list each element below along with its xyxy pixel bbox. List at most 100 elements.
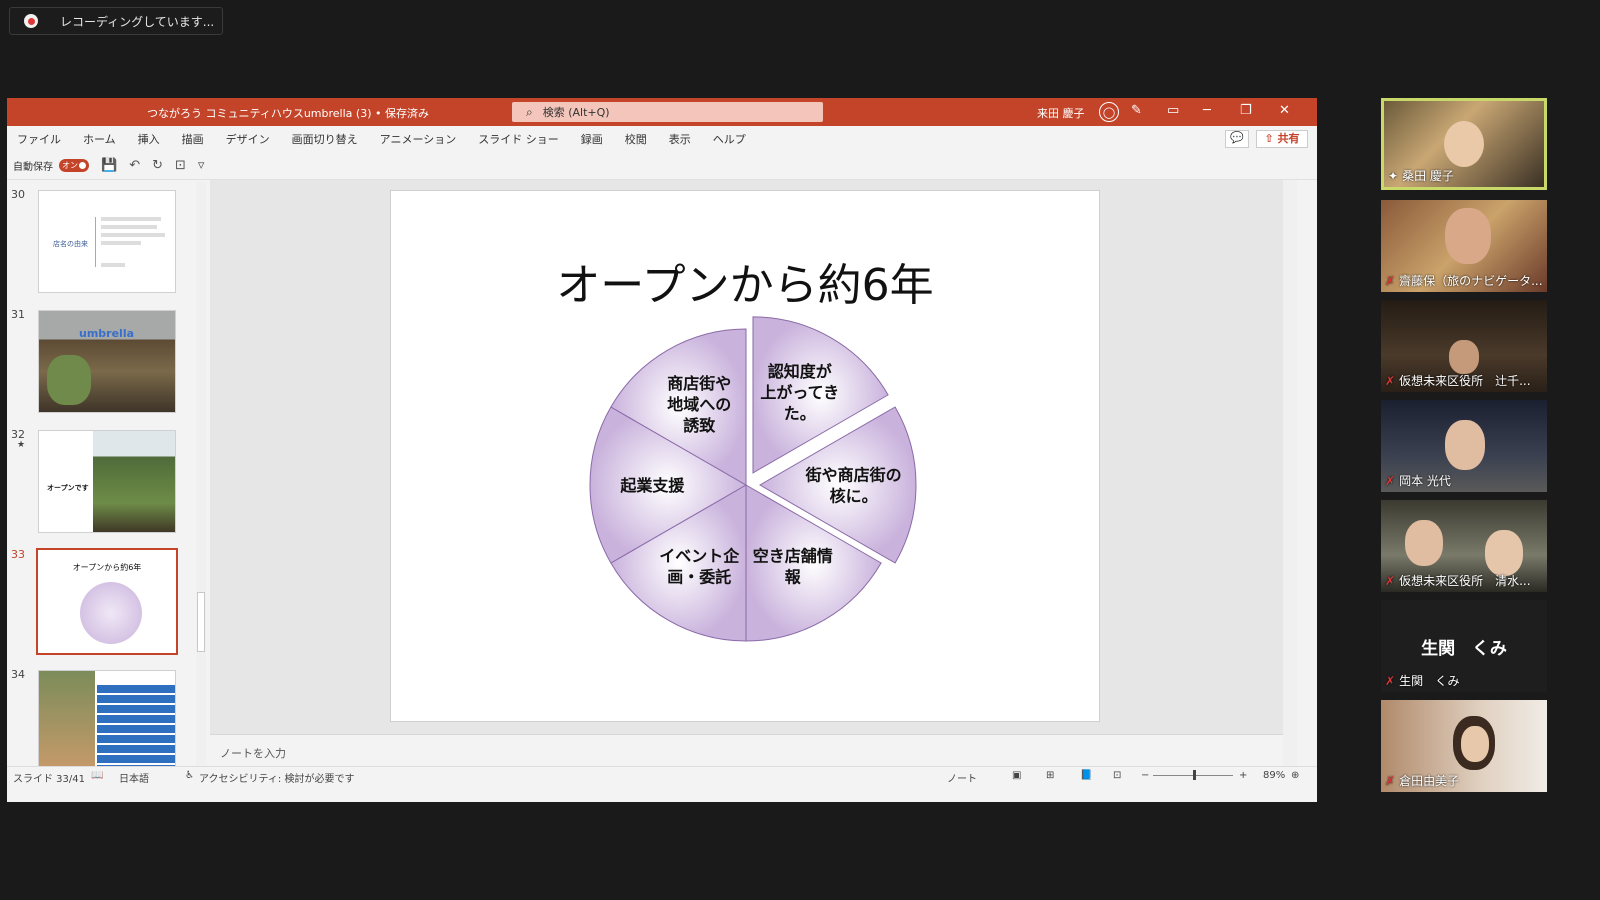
avatar-icon[interactable]: ◯ (1099, 102, 1119, 122)
accessibility-status[interactable]: アクセシビリティ: 検討が必要です (199, 770, 354, 785)
document-title[interactable]: つながろう コミュニティハウスumbrella (3) • 保存済み (147, 105, 429, 121)
participant-tile[interactable]: ✦ 桑田 慶子 (1381, 98, 1547, 190)
comment-button[interactable]: 💬 (1225, 130, 1249, 148)
participant-face (1444, 121, 1484, 167)
autosave-label: 自動保存 (13, 162, 53, 173)
notes-pane[interactable]: ノートを入力 (210, 734, 1283, 766)
pie-chart[interactable]: 認知度が上がってきた。街や商店街の核に。空き店舗情報イベント企画・委託起業支援商… (391, 191, 1101, 723)
thumbnails-scrollbar[interactable] (196, 182, 206, 766)
ribbon-tab[interactable]: スライド ショー (478, 131, 559, 147)
pen-icon[interactable]: ✎ (1131, 103, 1142, 118)
participant-tile[interactable]: ✗ 岡本 光代 (1381, 400, 1547, 492)
quick-access-toolbar: 自動保存 オン 💾 ↶ ↻ ⊡ ▿ (7, 152, 1317, 180)
current-slide[interactable]: オープンから約6年 認知度が上がってきた。 街や商店街の核に。 空き店舗情報 イベント… (390, 190, 1100, 722)
pie-slice-label: 起業支援 (619, 476, 685, 495)
thumbnail-slide-34[interactable] (38, 670, 176, 766)
ribbon-tab[interactable]: 校閲 (625, 131, 647, 147)
language[interactable]: 日本語 (119, 770, 149, 785)
minimize-button[interactable]: ─ (1203, 103, 1211, 118)
slideshow-icon[interactable]: ⊡ (1113, 770, 1121, 781)
user-name[interactable]: 来田 慶子 (1037, 105, 1085, 121)
customize-icon[interactable]: ▿ (198, 158, 205, 173)
participant-face (1405, 520, 1443, 566)
notes-toggle[interactable]: ノート (947, 770, 977, 785)
search-box[interactable]: ⌕ 検索 (Alt+Q) (512, 102, 823, 122)
autosave-toggle[interactable]: オン (59, 159, 89, 172)
record-icon (24, 14, 38, 28)
participant-display-name: 生関 くみ (1421, 639, 1507, 659)
ribbon-display-icon[interactable]: ▭ (1167, 103, 1179, 118)
participant-icon: ✦ (1388, 169, 1399, 183)
share-button[interactable]: ⇧ 共有 (1256, 130, 1308, 148)
reading-view-icon[interactable]: 📘 (1080, 770, 1092, 781)
text-line (101, 217, 161, 221)
accessibility-icon: ♿ (185, 770, 194, 781)
save-icon[interactable]: 💾 (101, 158, 117, 173)
zoom-in-icon[interactable]: + (1239, 770, 1247, 781)
participant-face (1445, 420, 1485, 470)
participant-name: ✗ 仮想未来区役所 清水... (1385, 574, 1531, 588)
ribbon-tab[interactable]: 表示 (669, 131, 691, 147)
text-line (101, 233, 165, 237)
restore-button[interactable]: ❐ (1240, 103, 1252, 118)
ribbon-tab[interactable]: 録画 (581, 131, 603, 147)
fit-slide-icon[interactable]: ⊕ (1291, 770, 1299, 781)
status-bar: スライド 33/41 📖 日本語 ♿ アクセシビリティ: 検討が必要です ノート… (7, 766, 1317, 785)
slide-counter[interactable]: スライド 33/41 (13, 770, 85, 785)
text-line (101, 225, 157, 229)
ribbon-tab[interactable]: ファイル (17, 131, 61, 147)
ribbon-tabs: ファイル ホーム 挿入 描画 デザイン 画面切り替え アニメーション スライド ショー 録画 校閲… (7, 126, 1317, 152)
thumb-number: 33 (11, 548, 25, 561)
muted-mic-icon: ✗ (1385, 374, 1396, 388)
participant-tile[interactable]: ✗ 仮想未来区役所 清水... (1381, 500, 1547, 592)
participant-tile[interactable]: ✗ 倉田由美子 (1381, 700, 1547, 792)
participant-tile[interactable]: ✗ 齋藤保（旅のナビゲータ... (1381, 200, 1547, 292)
close-button[interactable]: ✕ (1279, 103, 1290, 118)
participant-name: ✦ 桑田 慶子 (1388, 169, 1454, 183)
zoom-slider-thumb[interactable] (1193, 770, 1196, 780)
participant-tile[interactable]: ✗ 仮想未来区役所 辻千... (1381, 300, 1547, 392)
ribbon-tab[interactable]: ホーム (83, 131, 116, 147)
participant-tile[interactable]: 生関 くみ ✗ 生関 くみ (1381, 600, 1547, 692)
sorter-view-icon[interactable]: ⊞ (1046, 770, 1054, 781)
zoom-level[interactable]: 89% (1263, 770, 1285, 781)
thumb-number: 31 (11, 308, 25, 321)
ribbon-tab[interactable]: 描画 (182, 131, 204, 147)
thumb-list (97, 685, 175, 766)
muted-mic-icon: ✗ (1385, 574, 1396, 588)
thumbnail-slide-33[interactable]: オープンから約6年 (36, 548, 178, 655)
title-bar: つながろう コミュニティハウスumbrella (3) • 保存済み ⌕ 検索 … (7, 98, 1317, 126)
thumb-pie (80, 582, 142, 644)
participant-name: ✗ 仮想未来区役所 辻千... (1385, 374, 1531, 388)
ribbon-tab[interactable]: アニメーション (380, 131, 457, 147)
participant-name: ✗ 倉田由美子 (1385, 774, 1460, 788)
ribbon-tab[interactable]: 画面切り替え (292, 131, 358, 147)
participant-name: ✗ 生関 くみ (1385, 674, 1460, 688)
scroll-thumb[interactable] (197, 592, 205, 652)
editor-scrollbar[interactable] (1283, 180, 1297, 766)
slide-thumbnails: 30 店名の由来 31 umbrella 32 ★ オープンです 33 オープン… (7, 180, 207, 766)
undo-icon[interactable]: ↶ (129, 158, 140, 173)
zoom-out-icon[interactable]: − (1141, 770, 1149, 781)
participant-name: ✗ 岡本 光代 (1385, 474, 1451, 488)
thumb-caption: オープンです (47, 484, 89, 492)
tree-shape (47, 355, 91, 405)
muted-mic-icon: ✗ (1385, 774, 1396, 788)
ribbon-tab[interactable]: デザイン (226, 131, 270, 147)
muted-mic-icon: ✗ (1385, 674, 1396, 688)
thumb-caption: umbrella (79, 327, 135, 340)
thumb-photo (39, 671, 95, 766)
normal-view-icon[interactable]: ▣ (1012, 770, 1021, 781)
thumbnail-slide-30[interactable]: 店名の由来 (38, 190, 176, 293)
redo-icon[interactable]: ↻ (152, 158, 163, 173)
ribbon-tab[interactable]: ヘルプ (713, 131, 746, 147)
thumbnail-slide-31[interactable]: umbrella (38, 310, 176, 413)
thumbnail-slide-32[interactable]: オープンです (38, 430, 176, 533)
spellcheck-icon[interactable]: 📖 (91, 770, 103, 781)
search-placeholder: 検索 (Alt+Q) (542, 106, 610, 119)
powerpoint-window: つながろう コミュニティハウスumbrella (3) • 保存済み ⌕ 検索 … (7, 98, 1317, 802)
text-line (101, 263, 125, 267)
ribbon-tab[interactable]: 挿入 (138, 131, 160, 147)
present-icon[interactable]: ⊡ (175, 158, 186, 173)
participant-face (1485, 530, 1523, 576)
